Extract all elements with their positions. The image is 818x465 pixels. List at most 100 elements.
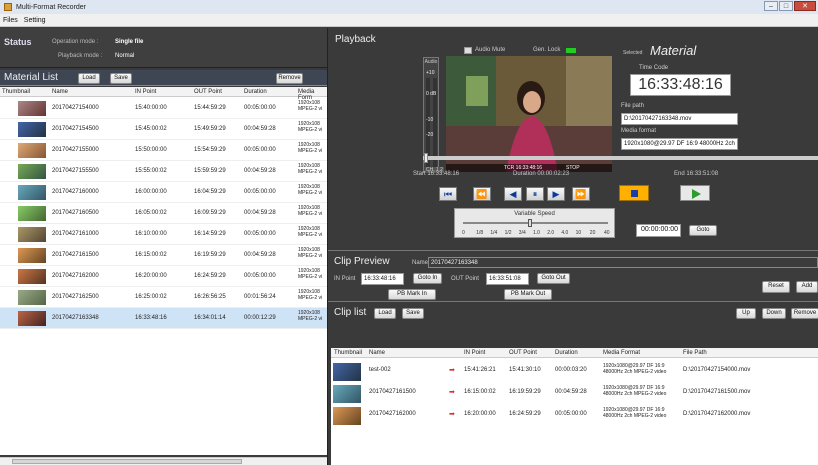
clip-in: 16:20:00:00: [464, 411, 496, 417]
reset-button[interactable]: Reset: [762, 281, 790, 293]
clip-up-button[interactable]: Up: [736, 308, 756, 319]
pause-button[interactable]: ⏸: [526, 187, 544, 201]
material-row[interactable]: 20170427154000 15:40:00:00 15:44:59:29 0…: [0, 98, 327, 119]
material-duration: 00:05:00:00: [244, 147, 276, 153]
goto-in-button[interactable]: Goto In: [413, 273, 442, 284]
scrollbar-thumb[interactable]: [12, 459, 242, 464]
material-row[interactable]: 20170427155500 15:55:00:02 15:59:59:29 0…: [0, 161, 327, 182]
material-name: 20170427155500: [52, 168, 99, 174]
pb-mark-out-button[interactable]: PB Mark Out: [504, 289, 552, 300]
pb-mark-in-button[interactable]: PB Mark In: [388, 289, 436, 300]
clip-col-in-point[interactable]: IN Point: [464, 350, 485, 356]
material-media: 1920x108 MPEG-2 vi: [298, 163, 323, 175]
material-row[interactable]: 20170427161000 16:10:00:00 16:14:59:29 0…: [0, 224, 327, 245]
col-name[interactable]: Name: [52, 89, 68, 95]
material-list-header: Material List Load Save Remove: [0, 70, 327, 86]
material-row[interactable]: 20170427162500 16:25:00:02 16:26:56:25 0…: [0, 287, 327, 308]
arrow-right-icon: ➡: [449, 411, 455, 418]
material-row[interactable]: 20170427160000 16:00:00:00 16:04:59:29 0…: [0, 182, 327, 203]
video-frame-image: [446, 56, 612, 172]
col-in-point[interactable]: IN Point: [135, 89, 156, 95]
timeline-handle[interactable]: [424, 153, 428, 163]
variable-speed-handle[interactable]: [528, 219, 532, 227]
horizontal-scrollbar[interactable]: [0, 457, 327, 465]
variable-speed-slider[interactable]: [463, 222, 608, 224]
maximize-button[interactable]: □: [779, 1, 793, 11]
menu-setting[interactable]: Setting: [24, 17, 46, 24]
material-row[interactable]: 20170427161500 16:15:00:02 16:19:59:29 0…: [0, 245, 327, 266]
goto-out-button[interactable]: Goto Out: [537, 273, 570, 284]
material-in: 15:55:00:02: [135, 168, 167, 174]
clip-remove-button[interactable]: Remove: [791, 308, 818, 319]
close-button[interactable]: ✕: [794, 1, 816, 11]
material-table-header: Thumbnail Name IN Point OUT Point Durati…: [0, 87, 327, 101]
material-name: 20170427162500: [52, 294, 99, 300]
material-duration: 00:05:00:00: [244, 189, 276, 195]
media-format-field[interactable]: 1920x1080@29.97 DF 16:9 48000Hz 2ch: [621, 138, 738, 150]
clip-row[interactable]: 20170427162000 ➡ 16:20:00:00 16:24:59:29…: [331, 404, 818, 425]
material-row[interactable]: 20170427160500 16:05:00:02 16:09:59:29 0…: [0, 203, 327, 224]
audio-mute-checkbox[interactable]: [464, 47, 472, 54]
col-duration[interactable]: Duration: [244, 89, 267, 95]
clip-duration: 00:00:03:20: [555, 367, 587, 373]
in-point-field[interactable]: 16:33:48:16: [361, 273, 404, 285]
material-out: 16:34:01:14: [194, 315, 226, 321]
clip-name-field[interactable]: 20170427163348: [428, 257, 818, 268]
speed-tick-label: 10: [575, 230, 582, 236]
clip-row[interactable]: 20170427161500 ➡ 16:15:00:02 16:19:59:29…: [331, 382, 818, 403]
material-row[interactable]: 20170427154500 15:45:00:02 15:49:59:29 0…: [0, 119, 327, 140]
clip-row[interactable]: test-002 ➡ 15:41:26:21 15:41:30:10 00:00…: [331, 360, 818, 381]
menu-files[interactable]: Files: [3, 17, 18, 24]
material-media: 1920x108 MPEG-2 vi: [298, 100, 323, 112]
clip-in: 15:41:26:21: [464, 367, 496, 373]
material-load-button[interactable]: Load: [78, 73, 100, 84]
play-button[interactable]: [680, 185, 710, 201]
clip-col-name[interactable]: Name: [369, 350, 385, 356]
speed-tick-label: 3/4: [518, 230, 526, 236]
col-thumbnail[interactable]: Thumbnail: [2, 89, 30, 95]
minimize-button[interactable]: –: [764, 1, 778, 11]
out-point-field[interactable]: 16:33:51:08: [486, 273, 529, 285]
goto-button[interactable]: Goto: [689, 225, 717, 236]
clip-col-thumbnail[interactable]: Thumbnail: [334, 350, 362, 356]
material-thumbnail: [18, 269, 46, 284]
clip-save-button[interactable]: Save: [402, 308, 424, 319]
clip-thumbnail: [333, 407, 361, 425]
col-out-point[interactable]: OUT Point: [194, 89, 222, 95]
clip-list-heading: Clip list: [334, 307, 367, 318]
material-row[interactable]: 20170427163348 16:33:48:16 16:34:01:14 0…: [0, 308, 327, 329]
stop-button[interactable]: [619, 185, 649, 201]
timeline-track[interactable]: [423, 156, 818, 160]
add-button[interactable]: Add: [796, 281, 818, 293]
material-remove-button[interactable]: Remove: [276, 73, 303, 84]
clip-col-file-path[interactable]: File Path: [683, 350, 707, 356]
skip-back-button[interactable]: ⏮: [439, 187, 457, 201]
material-name: 20170427160500: [52, 210, 99, 216]
step-forward-button[interactable]: ▶: [547, 187, 565, 201]
material-in: 15:50:00:00: [135, 147, 167, 153]
clip-col-media-format[interactable]: Media Format: [603, 350, 640, 356]
rewind-button[interactable]: ⏪: [473, 187, 491, 201]
clip-col-out-point[interactable]: OUT Point: [509, 350, 537, 356]
variable-speed-label: Variable Speed: [514, 211, 555, 217]
clip-load-button[interactable]: Load: [374, 308, 396, 319]
material-row[interactable]: 20170427155000 15:50:00:00 15:54:59:29 0…: [0, 140, 327, 161]
operation-mode-value: Single file: [115, 39, 144, 45]
material-in: 16:15:00:02: [135, 252, 167, 258]
material-row[interactable]: 20170427162000 16:20:00:00 16:24:59:29 0…: [0, 266, 327, 287]
fast-forward-button[interactable]: ⏩: [572, 187, 590, 201]
video-preview: TCR 16:33:48:16 STOP: [446, 56, 612, 172]
material-save-button[interactable]: Save: [110, 73, 132, 84]
clip-down-button[interactable]: Down: [762, 308, 786, 319]
step-back-button[interactable]: ◀: [504, 187, 522, 201]
clip-col-duration[interactable]: Duration: [555, 350, 578, 356]
audio-scale-0db: 0 dB: [426, 91, 437, 97]
material-name: 20170427160000: [52, 189, 99, 195]
material-thumbnail: [18, 227, 46, 242]
file-path-field[interactable]: D:\20170427163348.mov: [621, 113, 738, 125]
menu-bar: Files Setting: [0, 14, 818, 27]
clip-path: D:\20170427154000.mov: [683, 367, 751, 373]
goto-timecode-field[interactable]: 00:00:00:00: [636, 224, 681, 237]
operation-mode-label: Operation mode :: [52, 39, 99, 45]
material-media: 1920x108 MPEG-2 vi: [298, 121, 323, 133]
